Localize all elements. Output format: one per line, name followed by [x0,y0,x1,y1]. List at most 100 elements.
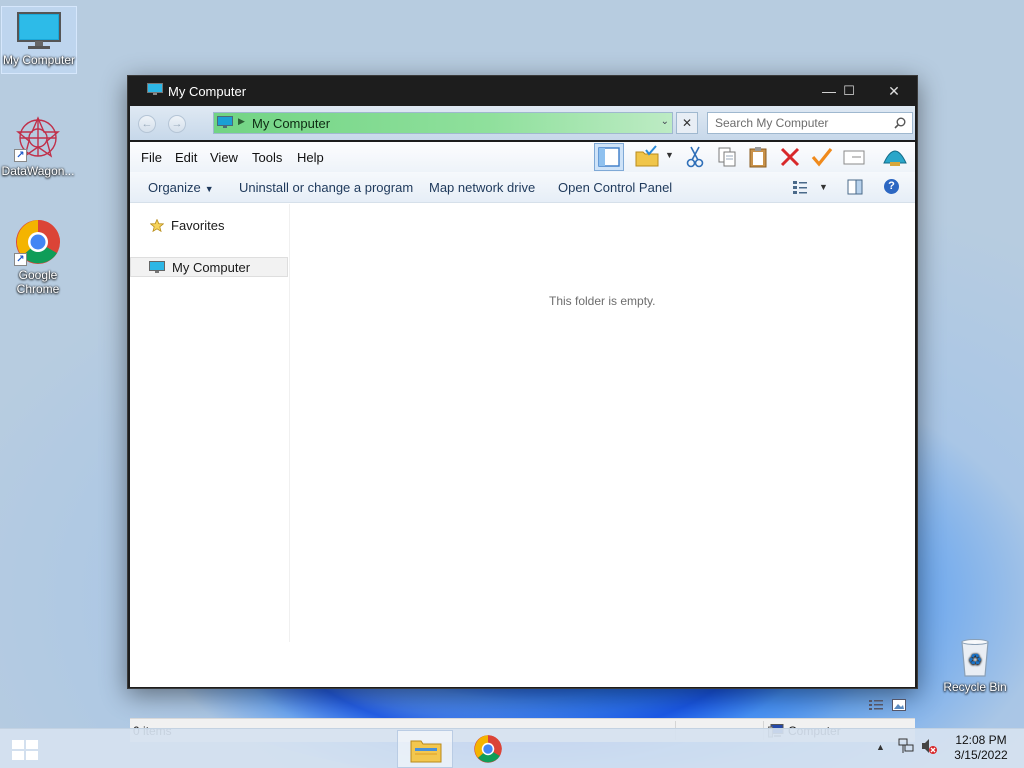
thumbnail-view-button[interactable] [892,699,906,714]
search-box[interactable] [707,112,913,134]
desktop-icon-recycle-bin[interactable]: ♻ Recycle Bin [937,634,1013,694]
delete-button[interactable] [778,145,802,169]
search-input[interactable] [708,113,888,133]
details-view-button[interactable] [868,699,884,714]
chevron-down-icon[interactable]: ▼ [819,182,828,192]
paste-button[interactable] [746,145,770,169]
taskbar-clock[interactable]: 12:08 PM 3/15/2022 [944,733,1018,763]
desktop-icon-label: Recycle Bin [943,680,1007,694]
checkmark-icon [811,148,833,167]
open-control-panel-button[interactable]: Open Control Panel [558,180,672,195]
monitor-icon [147,83,163,95]
chrome-icon [474,735,502,763]
navigation-bar: ← → ▶ My Computer ⌄ ✕ [130,106,915,140]
network-icon[interactable] [897,737,915,758]
uninstall-program-button[interactable]: Uninstall or change a program [239,180,413,195]
empty-folder-message: This folder is empty. [549,294,656,308]
menu-help[interactable]: Help [297,150,324,165]
monitor-icon [149,261,165,273]
chrome-icon: ↗ [14,218,62,266]
start-button[interactable] [11,739,39,761]
monitor-icon [16,11,62,51]
desktop-icon-label: DataWagon... [1,164,75,178]
window-client-area: File Edit View Tools Help ▼ Organize ▼ U… [130,142,915,742]
help-button[interactable]: ? [884,179,899,194]
properties-check-button[interactable] [810,145,834,169]
nav-item-favorites[interactable]: Favorites [130,216,288,236]
help-icon: ? [888,180,895,192]
menu-view[interactable]: View [210,150,238,165]
window-properties-icon [843,150,865,165]
properties-button[interactable] [842,145,866,169]
shortcut-arrow-icon: ↗ [14,149,27,162]
chevron-down-icon: ▼ [204,184,214,194]
details-view-icon [869,700,883,710]
clock-date: 3/15/2022 [954,748,1008,762]
chevron-up-icon: ▲ [876,742,885,752]
show-hidden-icons-button[interactable]: ▲ [876,742,885,752]
cut-button[interactable] [683,145,707,169]
forward-button[interactable]: → [168,115,186,133]
datawagon-logo-icon: ↗ [14,114,62,162]
pane-icon [847,179,863,195]
address-clear-button[interactable]: ✕ [676,112,698,134]
close-button[interactable]: ✕ [879,81,909,101]
address-location[interactable]: My Computer [252,116,330,131]
address-bar[interactable]: ▶ My Computer ⌄ [213,112,673,134]
nav-item-my-computer[interactable]: My Computer [130,257,288,277]
window-title: My Computer [168,84,247,99]
volume-muted-icon[interactable] [920,737,938,758]
navigation-pane: Favorites My Computer [130,204,290,642]
clock-time: 12:08 PM [955,733,1007,747]
arrow-right-icon: → [171,118,183,130]
copy-icon [718,147,736,167]
scissors-icon [686,146,704,168]
shell-icon [883,150,907,166]
menu-tools[interactable]: Tools [252,150,282,165]
desktop-icon-chrome[interactable]: ↗ Google Chrome [0,214,76,296]
desktop-icon-datawagon[interactable]: ↗ DataWagon... [0,110,76,178]
chevron-down-icon[interactable]: ⌄ [661,116,669,127]
new-folder-button[interactable] [634,145,660,169]
maximize-button[interactable]: ☐ [834,81,864,101]
chevron-right-icon[interactable]: ▶ [238,116,245,127]
taskbar-chrome[interactable] [460,730,516,768]
title-bar[interactable]: My Computer — ☐ ✕ [128,76,917,106]
desktop-icon-my-computer[interactable]: My Computer [1,6,77,74]
preview-pane-button[interactable] [594,143,624,171]
star-icon [150,219,164,232]
red-x-icon [780,147,800,167]
folder-check-icon [635,145,659,167]
explorer-window[interactable]: My Computer — ☐ ✕ ← → ▶ My Computer ⌄ ✕ [127,75,918,742]
monitor-icon [217,116,233,128]
recycle-bin-icon: ♻ [958,638,992,678]
shell-button[interactable] [882,145,908,169]
change-view-button[interactable] [792,180,808,197]
svg-text:♻: ♻ [968,650,982,669]
thumbnail-view-icon [892,699,906,711]
copy-button[interactable] [715,145,739,169]
organize-button[interactable]: Organize ▼ [148,180,214,195]
search-icon[interactable] [894,117,906,129]
nav-label: Favorites [171,218,225,233]
windows-logo-icon [12,740,38,760]
shortcut-arrow-icon: ↗ [14,253,27,266]
preview-pane-toggle[interactable] [847,179,863,198]
maximize-icon: ☐ [843,83,855,98]
folder-icon [410,740,442,763]
taskbar-file-explorer[interactable] [397,730,453,768]
desktop-icon-label: Google Chrome [16,268,60,296]
organize-label: Organize [148,180,201,195]
back-button[interactable]: ← [138,115,156,133]
menu-file[interactable]: File [141,150,162,165]
view-list-icon [793,181,807,194]
taskbar: ▲ 12:08 PM 3/15/2022 [0,728,1024,768]
nav-label: My Computer [172,260,251,275]
menu-edit[interactable]: Edit [175,150,197,165]
layout-pane-icon [598,147,620,167]
arrow-left-icon: ← [141,118,153,130]
menu-bar: File Edit View Tools Help ▼ [130,142,915,172]
clipboard-icon [749,147,767,168]
command-bar: Organize ▼ Uninstall or change a program … [130,172,915,203]
map-network-drive-button[interactable]: Map network drive [429,180,535,195]
